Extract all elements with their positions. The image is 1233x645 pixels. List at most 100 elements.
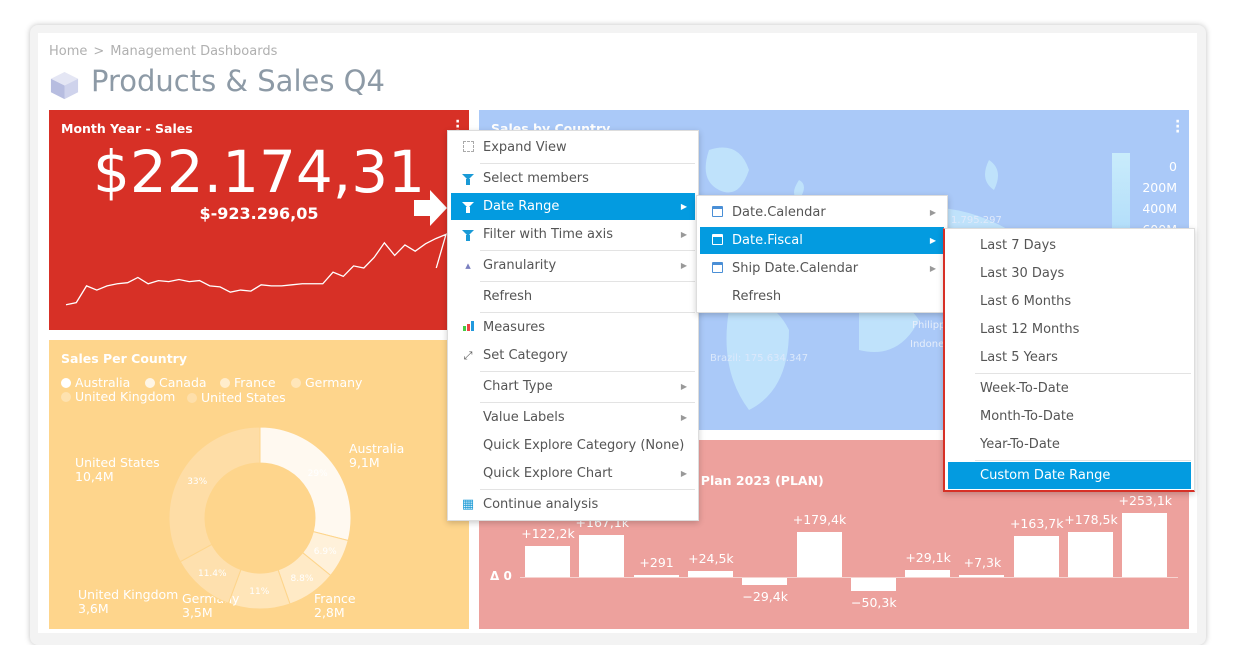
menu-item-set-category[interactable]: ⤢ Set Category: [451, 342, 695, 369]
menu-item-label: Quick Explore Category (None): [483, 438, 685, 453]
menu-item-last-30-days[interactable]: Last 30 Days: [948, 260, 1191, 287]
menu-item-measures[interactable]: Measures: [451, 314, 695, 341]
expand-icon: [461, 134, 475, 161]
menu-item-label: Month-To-Date: [980, 409, 1074, 424]
bar[interactable]: [850, 578, 896, 591]
donut-percent-label: 29%: [308, 469, 328, 479]
bar[interactable]: [525, 546, 570, 577]
menu-item-quick-explore-chart[interactable]: Quick Explore Chart ▶: [451, 460, 695, 487]
menu-item-label: Granularity: [483, 258, 557, 273]
breadcrumb-management-dashboards[interactable]: Management Dashboards: [110, 44, 277, 59]
menu-separator: [480, 489, 695, 490]
bar[interactable]: [687, 570, 733, 577]
donut-category-label: United States: [75, 455, 160, 470]
donut-percent-label: 6.9%: [314, 547, 337, 557]
menu-item-ship-date-calendar[interactable]: Ship Date.Calendar ▶: [700, 255, 944, 282]
bar[interactable]: [633, 575, 679, 577]
menu-item-label: Last 6 Months: [980, 294, 1072, 309]
donut-percent-label: 11.4%: [198, 569, 227, 579]
menu-item-label: Date.Calendar: [732, 205, 826, 220]
menu-item-label: Set Category: [483, 348, 568, 363]
breadcrumb-separator: >: [93, 44, 105, 59]
menu-item-date-calendar[interactable]: Date.Calendar ▶: [700, 199, 944, 226]
donut-slice-australia[interactable]: [259, 426, 352, 542]
chevron-right-icon: ▶: [929, 264, 936, 273]
menu-item-custom-date-range[interactable]: Custom Date Range: [948, 462, 1191, 489]
menu-item-label: Measures: [483, 320, 546, 335]
menu-item-label: Quick Explore Chart: [483, 466, 613, 481]
donut-value-label: 10,4M: [75, 469, 114, 484]
bar[interactable]: [1122, 513, 1168, 577]
menu-item-label: Expand View: [483, 140, 567, 155]
chevron-right-icon: ▶: [929, 208, 936, 217]
donut-chart: 29%Australia9,1M6.9%8.8%France2,8M11%Ger…: [75, 426, 404, 620]
cube-icon: [50, 71, 79, 100]
donut-value-label: 3,5M: [182, 605, 213, 620]
breadcrumb-home[interactable]: Home: [49, 44, 87, 59]
chevron-right-icon: ▶: [680, 202, 687, 211]
map-label-brazil: Brazil: 175.634.347: [710, 353, 809, 364]
menu-separator: [480, 312, 695, 313]
bar[interactable]: [959, 575, 1005, 577]
chevron-right-icon: ▶: [680, 382, 687, 391]
menu-item-label: Refresh: [732, 289, 782, 304]
date-fiscal-submenu: Last 7 Days Last 30 Days Last 6 Months Last…: [943, 228, 1195, 492]
donut-slice-united-states[interactable]: [168, 426, 261, 563]
donut-value-label: 9,1M: [349, 455, 380, 470]
menu-item-select-members[interactable]: Select members: [451, 165, 695, 192]
menu-item-last-7-days[interactable]: Last 7 Days: [948, 232, 1191, 259]
menu-item-date-fiscal[interactable]: Date.Fiscal ▶: [700, 227, 944, 254]
menu-item-continue-analysis[interactable]: ▦ Continue analysis: [451, 491, 695, 518]
donut-percent-label: 11%: [249, 587, 269, 597]
menu-separator: [480, 163, 695, 164]
bar[interactable]: [905, 569, 951, 577]
grid-icon: ▦: [461, 497, 475, 512]
chevron-right-icon: ▶: [680, 413, 687, 422]
donut-value-label: 2,8M: [314, 605, 345, 620]
calendar-icon: [710, 199, 724, 226]
menu-item-label: Custom Date Range: [980, 468, 1111, 483]
menu-item-label: Year-To-Date: [980, 437, 1060, 452]
menu-item-refresh[interactable]: Refresh: [700, 283, 944, 310]
date-range-submenu: Date.Calendar ▶ Date.Fiscal ▶ Ship Date.Cale…: [696, 195, 948, 313]
menu-item-year-to-date[interactable]: Year-To-Date: [948, 431, 1191, 458]
menu-item-refresh[interactable]: Refresh: [451, 283, 695, 310]
bar[interactable]: [742, 578, 788, 586]
menu-item-last-5-years[interactable]: Last 5 Years: [948, 344, 1191, 371]
menu-item-filter-with-time-axis[interactable]: Filter with Time axis ▶: [451, 221, 695, 248]
menu-separator: [975, 373, 1191, 374]
menu-item-week-to-date[interactable]: Week-To-Date: [948, 375, 1191, 402]
bar[interactable]: [1013, 535, 1059, 577]
menu-item-chart-type[interactable]: Chart Type ▶: [451, 373, 695, 400]
menu-item-last-6-months[interactable]: Last 6 Months: [948, 288, 1191, 315]
bar-value-label: +24,5k: [688, 550, 734, 566]
bar[interactable]: [579, 534, 625, 577]
bar-value-label: +178,5k: [1064, 511, 1118, 527]
sparkline: [65, 233, 447, 306]
menu-item-last-12-months[interactable]: Last 12 Months: [948, 316, 1191, 343]
menu-item-label: Continue analysis: [483, 497, 599, 512]
bar[interactable]: [1068, 531, 1113, 577]
menu-item-label: Date.Fiscal: [732, 233, 803, 248]
sparkline-line: [65, 233, 447, 306]
calendar-icon: [710, 227, 724, 254]
menu-item-label: Chart Type: [483, 379, 553, 394]
chevron-right-icon: ▶: [680, 261, 687, 270]
menu-item-month-to-date[interactable]: Month-To-Date: [948, 403, 1191, 430]
menu-item-quick-explore-category-none[interactable]: Quick Explore Category (None): [451, 432, 695, 459]
menu-item-label: Last 12 Months: [980, 322, 1080, 337]
menu-item-expand-view[interactable]: Expand View: [451, 134, 695, 161]
menu-separator: [480, 402, 695, 403]
bar-value-label: −50,3k: [851, 594, 897, 610]
menu-item-date-range[interactable]: Date Range ▶: [451, 193, 695, 220]
filter-icon: [461, 221, 475, 248]
menu-item-label: Refresh: [483, 289, 533, 304]
menu-item-value-labels[interactable]: Value Labels ▶: [451, 404, 695, 431]
menu-separator: [975, 460, 1191, 461]
menu-item-granularity[interactable]: ▴ Granularity ▶: [451, 252, 695, 279]
breadcrumb: Home > Management Dashboards: [49, 44, 283, 59]
donut-category-label: France: [314, 591, 356, 606]
bar-value-label: −29,4k: [742, 589, 788, 605]
bar[interactable]: [796, 531, 842, 577]
map-label-indonesia: Indone: [910, 339, 945, 350]
